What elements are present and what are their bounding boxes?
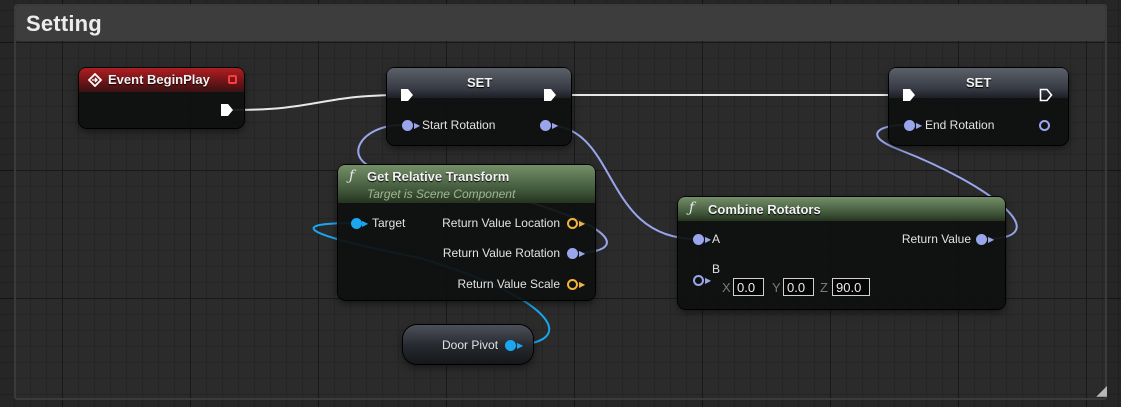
return-value-location-pin[interactable]: [567, 218, 578, 229]
start-rotation-out-pin[interactable]: [540, 120, 551, 131]
door-pivot-label: Door Pivot: [442, 338, 499, 352]
target-in-pin[interactable]: [351, 218, 362, 229]
target-label: Target: [372, 216, 406, 230]
b-in-pin[interactable]: [693, 275, 704, 286]
pin-arrow-icon: ▶: [988, 235, 995, 244]
function-icon: ƒ: [689, 200, 695, 216]
return-value-rotation-label: Return Value Rotation: [442, 246, 560, 260]
return-value-rotation-pin[interactable]: [567, 248, 578, 259]
exec-wire-beginplay-to-set: [231, 94, 402, 111]
b-label: B: [712, 262, 721, 276]
node-title: Get Relative Transform: [367, 169, 510, 184]
set-start-rotation-node[interactable]: SET ▶ Start Rotation ▶: [387, 68, 571, 145]
exec-out-pin[interactable]: [1039, 88, 1053, 102]
start-rotation-label: Start Rotation: [422, 118, 496, 132]
exec-out-pin[interactable]: [220, 103, 234, 117]
pin-arrow-icon: ▶: [362, 219, 369, 228]
a-in-pin[interactable]: [693, 234, 704, 245]
return-value-scale-label: Return Value Scale: [457, 277, 560, 291]
node-title: Event BeginPlay: [108, 72, 210, 87]
function-icon: ƒ: [349, 168, 355, 184]
combine-rotators-node[interactable]: ƒ Combine Rotators ▶ A Return Value ▶ ▶ …: [678, 197, 1005, 309]
z-axis-label: Z: [820, 280, 828, 295]
return-value-label: Return Value: [901, 232, 971, 246]
start-rotation-in-pin[interactable]: [402, 120, 413, 131]
return-value-scale-pin[interactable]: [567, 279, 578, 290]
pin-arrow-icon: ▶: [517, 341, 524, 350]
x-value-field[interactable]: 0.0: [733, 278, 764, 296]
x-axis-label: X: [722, 280, 731, 295]
end-rotation-in-pin[interactable]: [904, 120, 915, 131]
pin-arrow-icon: ▶: [579, 219, 586, 228]
event-beginplay-node[interactable]: Event BeginPlay: [79, 68, 244, 128]
node-title: Combine Rotators: [708, 202, 821, 217]
y-value-field[interactable]: 0.0: [783, 278, 814, 296]
door-pivot-out-pin[interactable]: [505, 340, 516, 351]
y-axis-label: Y: [772, 280, 781, 295]
exec-out-pin[interactable]: [543, 88, 557, 102]
delegate-pin[interactable]: [228, 75, 237, 84]
pin-arrow-icon: ▶: [705, 235, 712, 244]
return-value-out-pin[interactable]: [976, 234, 987, 245]
pin-arrow-icon: ▶: [414, 121, 421, 130]
pin-arrow-icon: ▶: [579, 249, 586, 258]
pin-arrow-icon: ▶: [705, 276, 712, 285]
pin-arrow-icon: ▶: [552, 121, 559, 130]
door-pivot-node[interactable]: Door Pivot ▶: [403, 325, 533, 364]
event-icon: [88, 73, 102, 87]
set-end-rotation-node[interactable]: SET ▶ End Rotation: [889, 68, 1068, 145]
end-rotation-out-pin[interactable]: [1039, 120, 1050, 131]
pin-arrow-icon: ▶: [579, 280, 586, 289]
get-relative-transform-node[interactable]: ƒ Get Relative Transform Target is Scene…: [338, 165, 595, 300]
exec-in-pin[interactable]: [902, 88, 916, 102]
exec-in-pin[interactable]: [400, 88, 414, 102]
z-value-field[interactable]: 90.0: [832, 278, 870, 296]
node-title: SET: [966, 75, 992, 90]
pin-arrow-icon: ▶: [916, 121, 923, 130]
end-rotation-label: End Rotation: [925, 118, 995, 132]
node-subtitle: Target is Scene Component: [367, 187, 516, 201]
return-value-location-label: Return Value Location: [442, 216, 560, 230]
node-title: SET: [467, 75, 493, 90]
a-label: A: [712, 232, 721, 246]
